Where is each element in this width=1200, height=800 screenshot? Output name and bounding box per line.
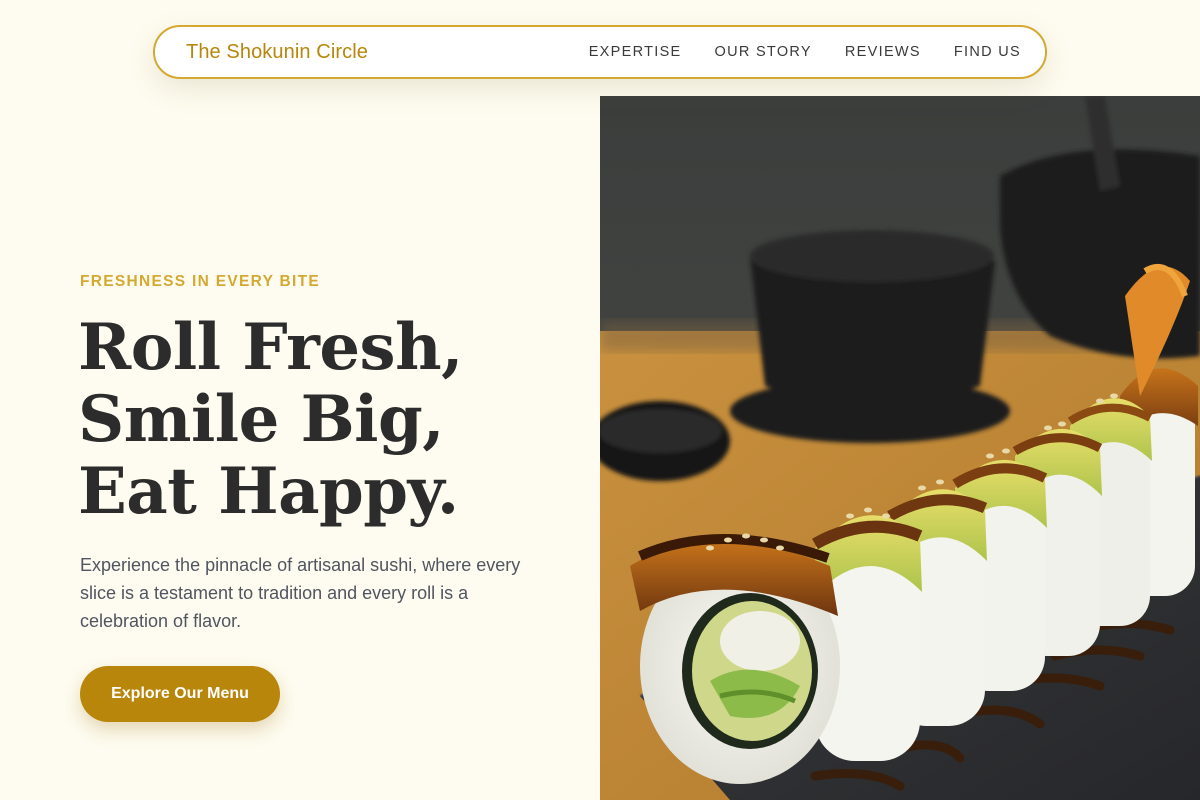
nav-item-our-story: OUR STORY bbox=[715, 43, 812, 61]
explore-menu-button[interactable]: Explore Our Menu bbox=[80, 666, 280, 722]
nav-links: EXPERTISE OUR STORY REVIEWS FIND US bbox=[556, 43, 1021, 61]
nav-link-our-story[interactable]: OUR STORY bbox=[715, 44, 812, 60]
brand-logo[interactable]: The Shokunin Circle bbox=[186, 41, 368, 64]
hero-sushi-image bbox=[600, 96, 1200, 800]
headline-line-2: Smile Big, bbox=[78, 382, 445, 457]
hero-eyebrow: FRESHNESS IN EVERY BITE bbox=[80, 273, 321, 290]
nav-link-reviews[interactable]: REVIEWS bbox=[845, 44, 921, 60]
nav-item-expertise: EXPERTISE bbox=[589, 43, 682, 61]
navbar: The Shokunin Circle EXPERTISE OUR STORY … bbox=[153, 25, 1047, 79]
headline-line-1: Roll Fresh, bbox=[78, 310, 463, 385]
nav-item-find-us: FIND US bbox=[954, 43, 1021, 61]
nav-link-find-us[interactable]: FIND US bbox=[954, 44, 1021, 60]
hero-description: Experience the pinnacle of artisanal sus… bbox=[80, 555, 521, 631]
nav-link-expertise[interactable]: EXPERTISE bbox=[589, 44, 682, 60]
headline-line-3: Eat Happy. bbox=[78, 454, 459, 529]
hero-headline: Roll Fresh, Smile Big, Eat Happy. bbox=[78, 312, 578, 528]
nav-item-reviews: REVIEWS bbox=[845, 43, 921, 61]
